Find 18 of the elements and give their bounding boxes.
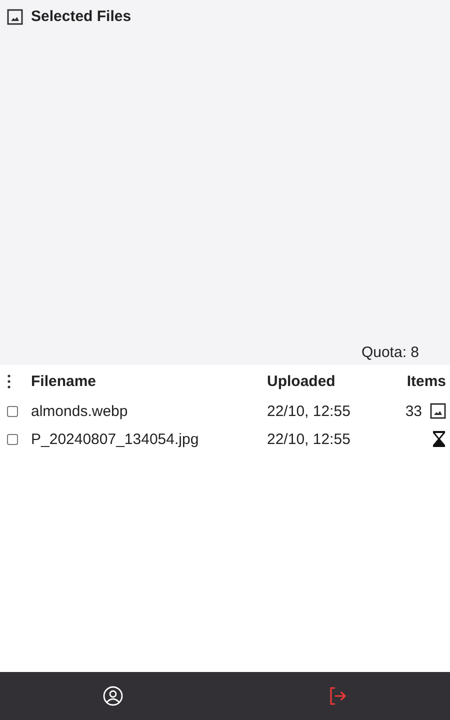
checkbox[interactable] bbox=[7, 434, 18, 444]
hourglass-icon bbox=[432, 430, 446, 448]
column-header[interactable]: Filename bbox=[31, 372, 267, 390]
date-cell-text: 22/10, 12:55 bbox=[267, 402, 352, 420]
filename-cell-text: P_20240807_134054.jpg bbox=[31, 430, 200, 448]
filename-cell-text: almonds.webp bbox=[31, 402, 129, 420]
image-icon bbox=[430, 403, 446, 419]
image-icon bbox=[7, 8, 23, 24]
checkbox[interactable] bbox=[7, 406, 18, 416]
panel-title: Selected Files bbox=[31, 8, 132, 25]
column-header[interactable]: Items bbox=[406, 372, 446, 390]
menu-icon[interactable] bbox=[7, 374, 11, 388]
date-cell-text: 22/10, 12:55 bbox=[267, 430, 352, 448]
logout-icon[interactable] bbox=[328, 686, 348, 706]
item-count: 33 bbox=[405, 402, 422, 420]
column-header[interactable]: Uploaded bbox=[267, 372, 382, 390]
profile-icon[interactable] bbox=[102, 686, 122, 706]
quota-label: Quota: 8 bbox=[361, 344, 420, 363]
